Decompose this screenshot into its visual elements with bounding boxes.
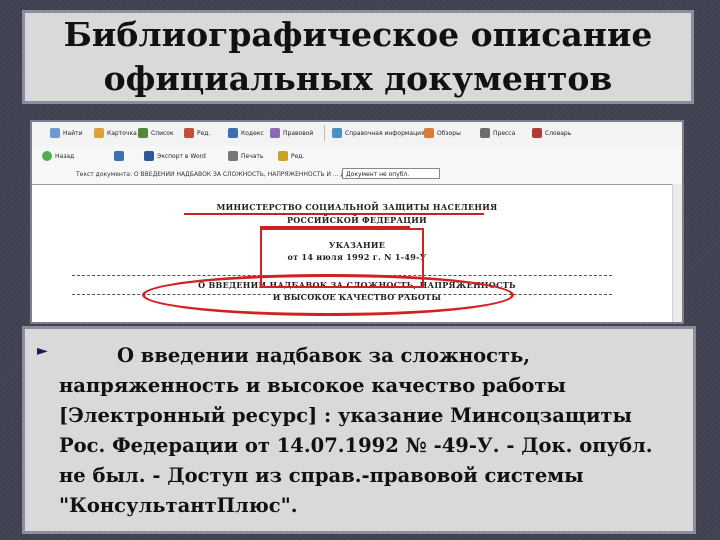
description-box: ► О введении надбавок за сложность, напр… xyxy=(22,326,696,534)
card-icon xyxy=(94,128,104,138)
toolbar-button-dictionary[interactable]: Словарь xyxy=(532,128,571,138)
pencil-icon xyxy=(278,151,288,161)
title-line-2: официальных документов xyxy=(103,59,613,98)
title-line-1: Библиографическое описание xyxy=(63,15,653,54)
export-word-button[interactable]: Экспорт в Word xyxy=(144,151,206,161)
slide-title: Библиографическое описание официальных д… xyxy=(22,10,694,104)
toolbar-button-card[interactable]: Карточка xyxy=(94,128,137,138)
bibliographic-description: О введении надбавок за сложность, напряж… xyxy=(59,344,653,517)
back-button[interactable]: Назад xyxy=(42,151,74,161)
toolbar-button-reviews[interactable]: Обзоры xyxy=(424,128,461,138)
save-button[interactable] xyxy=(114,151,124,161)
toolbar-button-reference[interactable]: Справочная информация xyxy=(332,128,425,138)
list-icon xyxy=(138,128,148,138)
toolbar-button-press[interactable]: Пресса xyxy=(480,128,515,138)
ministry-line-1: МИНИСТЕРСТВО СОЦИАЛЬНОЙ ЗАЩИТЫ НАСЕЛЕНИЯ xyxy=(216,202,498,212)
edit-icon xyxy=(184,128,194,138)
document-toolbar: Назад Экспорт в Word Печать Ред. xyxy=(32,146,682,167)
word-icon xyxy=(144,151,154,161)
arrow-left-icon xyxy=(42,151,52,161)
printer-icon xyxy=(228,151,238,161)
review-icon xyxy=(424,128,434,138)
highlight-ellipse xyxy=(142,274,514,316)
toolbar-separator xyxy=(324,125,325,141)
vertical-scrollbar[interactable] xyxy=(672,184,682,322)
toolbar-button-list[interactable]: Список xyxy=(138,128,174,138)
print-button[interactable]: Печать xyxy=(228,151,263,161)
bullet-arrow-icon: ► xyxy=(37,343,48,359)
search-icon xyxy=(50,128,60,138)
document-path-bar: Текст документа: О ВВЕДЕНИИ НАДБАВОК ЗА … xyxy=(32,166,682,185)
doc-status-select[interactable]: Документ не опубл. xyxy=(342,168,440,179)
toolbar-button-find[interactable]: Найти xyxy=(50,128,82,138)
toolbar-button-codex[interactable]: Кодекс xyxy=(228,128,264,138)
info-icon xyxy=(332,128,342,138)
dictionary-icon xyxy=(532,128,542,138)
ministry-line-2: РОССИЙСКОЙ ФЕДЕРАЦИИ xyxy=(286,215,428,225)
toolbar-button-legal[interactable]: Правовой xyxy=(270,128,313,138)
book-icon xyxy=(270,128,280,138)
codex-icon xyxy=(228,128,238,138)
main-toolbar: Найти Карточка Список Ред. Кодекс Правов… xyxy=(32,122,682,147)
edit-doc-button[interactable]: Ред. xyxy=(278,151,304,161)
consultant-screenshot: Найти Карточка Список Ред. Кодекс Правов… xyxy=(30,120,684,324)
save-icon xyxy=(114,151,124,161)
newspaper-icon xyxy=(480,128,490,138)
toolbar-button-edit[interactable]: Ред. xyxy=(184,128,210,138)
